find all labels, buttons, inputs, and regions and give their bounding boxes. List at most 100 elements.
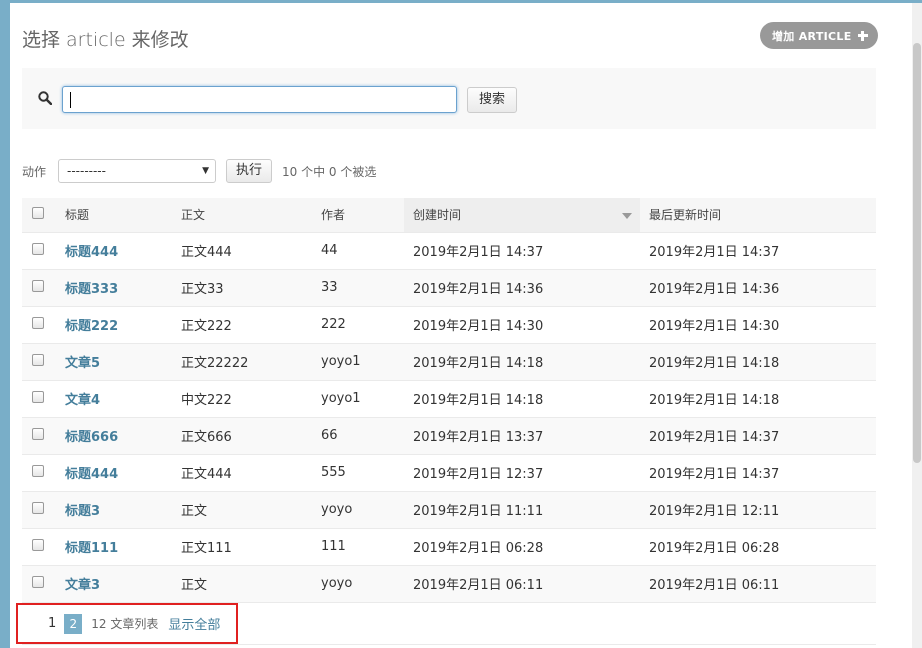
row-title-cell: 文章4	[56, 380, 172, 418]
dropdown-arrow-icon: ▼	[202, 166, 209, 176]
column-header-body[interactable]: 正文	[172, 198, 312, 233]
result-total: 12 文章列表	[91, 617, 159, 631]
row-title-cell: 标题111	[56, 528, 172, 566]
search-button[interactable]: 搜索	[467, 87, 518, 113]
row-updated-cell: 2019年2月1日 14:37	[640, 454, 876, 492]
scrollbar-thumb[interactable]	[913, 43, 921, 463]
row-body: 正文222	[181, 319, 232, 334]
row-updated: 2019年2月1日 14:37	[649, 467, 780, 482]
row-author: 44	[321, 243, 338, 258]
row-created-cell: 2019年2月1日 13:37	[404, 417, 640, 455]
row-updated-cell: 2019年2月1日 14:18	[640, 343, 876, 381]
row-author-cell: 222	[312, 306, 404, 344]
row-checkbox[interactable]	[32, 538, 44, 551]
action-select[interactable]: --------- ▼	[58, 159, 216, 183]
row-updated: 2019年2月1日 14:37	[649, 430, 780, 445]
row-title-link[interactable]: 标题222	[65, 319, 118, 334]
row-checkbox[interactable]	[32, 279, 44, 292]
divider	[22, 644, 876, 645]
row-title-cell: 标题222	[56, 306, 172, 344]
select-all-checkbox[interactable]	[32, 207, 44, 220]
row-author-cell: 33	[312, 269, 404, 307]
scrollbar[interactable]	[912, 3, 922, 648]
row-checkbox[interactable]	[32, 501, 44, 514]
row-body-cell: 正文222	[172, 306, 312, 344]
row-author: 66	[321, 428, 338, 443]
row-title-link[interactable]: 标题3	[65, 504, 100, 519]
add-article-button[interactable]: 增加 ARTICLE	[760, 22, 878, 49]
row-created: 2019年2月1日 06:28	[413, 541, 544, 556]
row-body: 正文	[181, 504, 208, 519]
row-created-cell: 2019年2月1日 14:30	[404, 306, 640, 344]
table-row: 标题111 正文111 111 2019年2月1日 06:28 2019年2月1日 06…	[22, 528, 876, 566]
row-checkbox[interactable]	[32, 390, 44, 403]
row-created-cell: 2019年2月1日 14:37	[404, 232, 640, 270]
row-updated: 2019年2月1日 14:18	[649, 393, 780, 408]
row-created-cell: 2019年2月1日 14:18	[404, 380, 640, 418]
row-updated-cell: 2019年2月1日 14:37	[640, 417, 876, 455]
row-body: 正文33	[181, 282, 224, 297]
row-body-cell: 正文22222	[172, 343, 312, 381]
table-row: 文章5 正文22222 yoyo1 2019年2月1日 14:18 2019年2月1日 …	[22, 343, 876, 381]
column-header-created[interactable]: 创建时间	[404, 198, 640, 233]
row-body-cell: 正文444	[172, 232, 312, 270]
row-title-link[interactable]: 标题444	[65, 467, 118, 482]
row-updated-cell: 2019年2月1日 06:11	[640, 565, 876, 603]
row-updated: 2019年2月1日 14:30	[649, 319, 780, 334]
add-article-label: 增加 ARTICLE	[772, 29, 852, 43]
row-body: 正文	[181, 578, 208, 593]
column-header-updated[interactable]: 最后更新时间	[640, 198, 876, 233]
column-header-author[interactable]: 作者	[312, 198, 404, 233]
row-created: 2019年2月1日 14:30	[413, 319, 544, 334]
row-body-cell: 正文	[172, 565, 312, 603]
row-checkbox[interactable]	[32, 575, 44, 588]
row-created: 2019年2月1日 12:37	[413, 467, 544, 482]
row-body: 中文222	[181, 393, 232, 408]
run-action-button[interactable]: 执行	[226, 159, 273, 183]
row-created: 2019年2月1日 14:18	[413, 393, 544, 408]
row-author: 555	[321, 465, 346, 480]
row-body: 正文111	[181, 541, 232, 556]
action-select-value: ---------	[67, 164, 106, 178]
search-input[interactable]	[62, 86, 457, 113]
row-author-cell: 111	[312, 528, 404, 566]
row-title-link[interactable]: 文章5	[65, 356, 100, 371]
row-author-cell: yoyo1	[312, 380, 404, 418]
row-title-link[interactable]: 标题111	[65, 541, 118, 556]
row-title-link[interactable]: 文章3	[65, 578, 100, 593]
row-author: yoyo1	[321, 391, 361, 406]
row-author-cell: yoyo	[312, 565, 404, 603]
column-header-title[interactable]: 标题	[56, 198, 172, 233]
sort-descending-icon[interactable]	[622, 213, 632, 219]
row-updated-cell: 2019年2月1日 14:36	[640, 269, 876, 307]
row-author: yoyo1	[321, 354, 361, 369]
current-page: 2	[64, 613, 83, 634]
show-all-link[interactable]: 显示全部	[168, 614, 220, 633]
row-checkbox[interactable]	[32, 316, 44, 329]
row-checkbox[interactable]	[32, 353, 44, 366]
table-row: 标题444 正文444 555 2019年2月1日 12:37 2019年2月1日 14…	[22, 454, 876, 492]
row-title-link[interactable]: 标题666	[65, 430, 118, 445]
row-body-cell: 正文33	[172, 269, 312, 307]
row-title-cell: 标题444	[56, 232, 172, 270]
selection-count: 10 个中 0 个被选	[282, 164, 377, 179]
table-row: 标题333 正文33 33 2019年2月1日 14:36 2019年2月1日 14:3…	[22, 269, 876, 307]
table-row: 标题222 正文222 222 2019年2月1日 14:30 2019年2月1日 14…	[22, 306, 876, 344]
row-checkbox[interactable]	[32, 242, 44, 255]
row-updated-cell: 2019年2月1日 14:18	[640, 380, 876, 418]
row-updated-cell: 2019年2月1日 06:28	[640, 528, 876, 566]
table-header-row: 标题 正文 作者 创建时间 最后更新时间	[22, 198, 876, 233]
row-title-cell: 文章5	[56, 343, 172, 381]
row-checkbox-cell-cell	[22, 343, 56, 381]
page-link-1[interactable]: 1	[48, 616, 56, 631]
search-toolbar: 搜索	[22, 68, 876, 129]
row-updated: 2019年2月1日 14:37	[649, 245, 780, 260]
row-checkbox[interactable]	[32, 464, 44, 477]
row-author: yoyo	[321, 576, 353, 591]
row-checkbox[interactable]	[32, 427, 44, 440]
column-header-created-label: 创建时间	[413, 208, 462, 223]
row-title-link[interactable]: 标题333	[65, 282, 118, 297]
row-title-link[interactable]: 标题444	[65, 245, 118, 260]
row-title-link[interactable]: 文章4	[65, 393, 100, 408]
row-body: 正文444	[181, 245, 232, 260]
